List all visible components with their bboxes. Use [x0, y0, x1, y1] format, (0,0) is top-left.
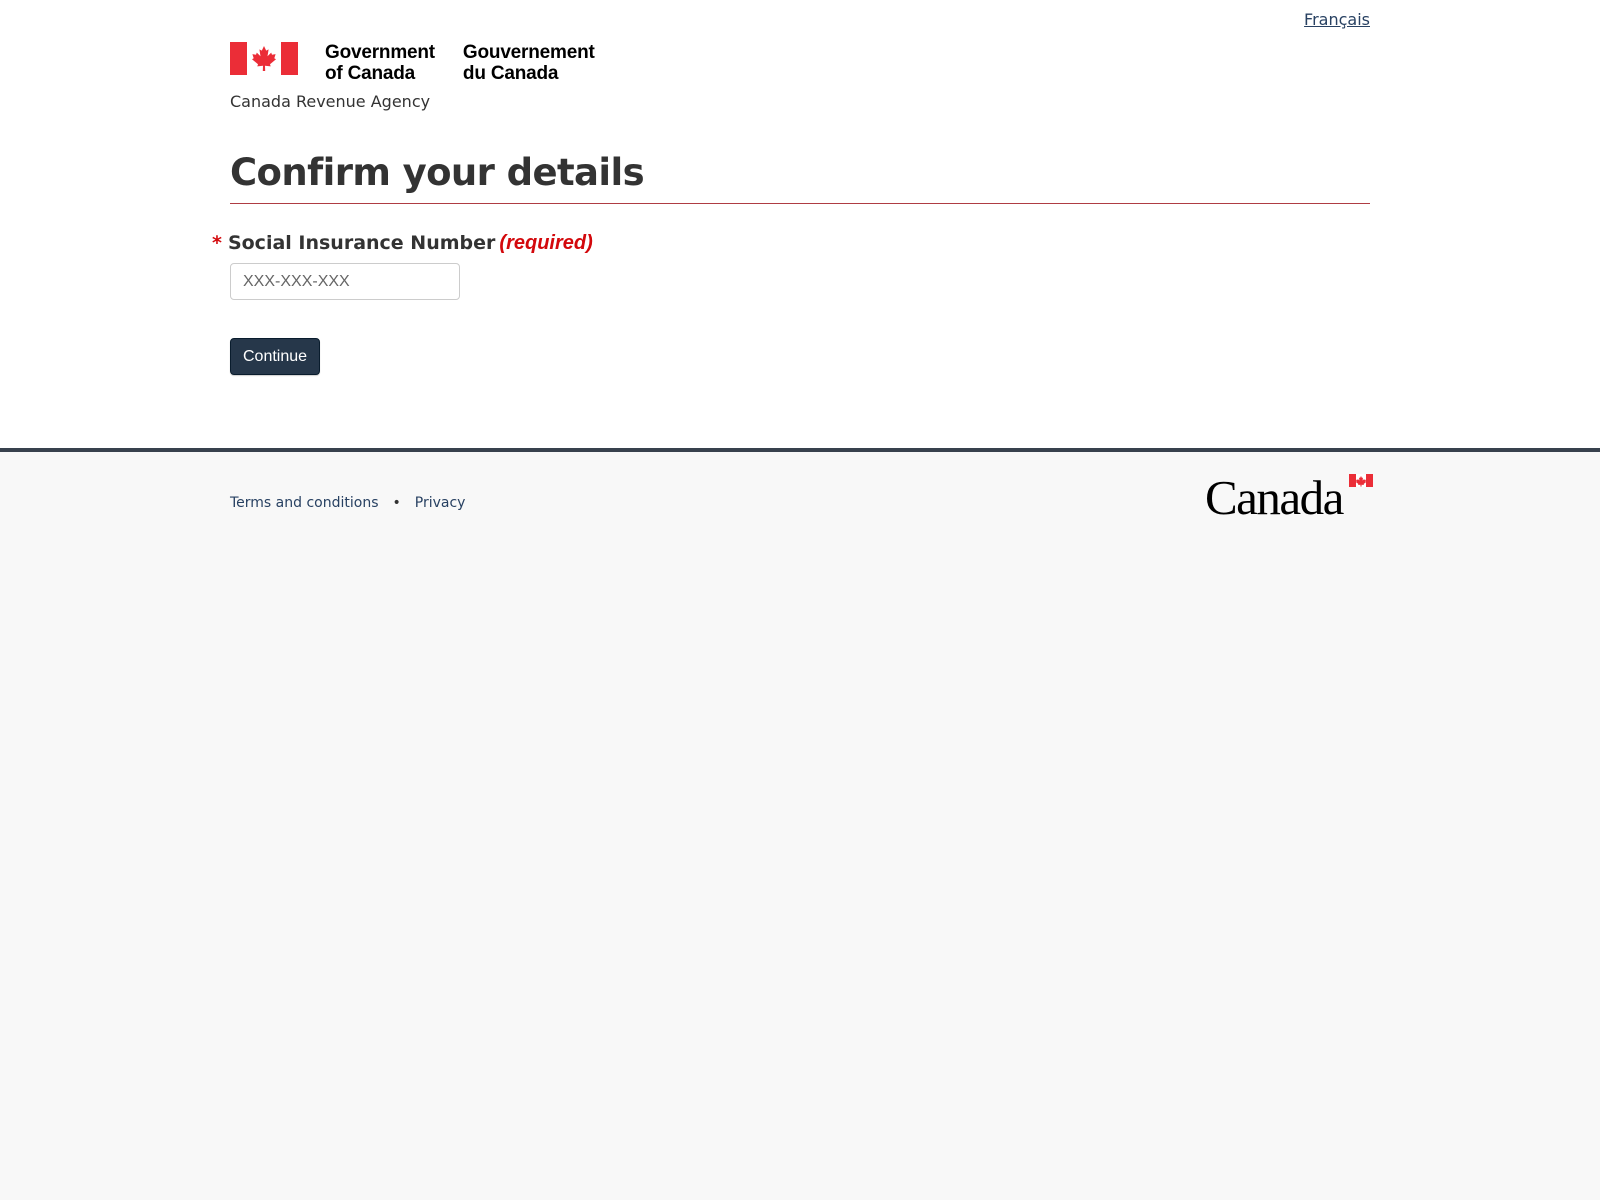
sin-field-label: * Social Insurance Number (required) [212, 232, 593, 255]
canada-wordmark: Canada [1205, 470, 1373, 525]
sin-input[interactable] [230, 263, 460, 300]
terms-link[interactable]: Terms and conditions [230, 495, 379, 511]
footer-separator: • [392, 495, 401, 511]
page-header-area: Français Government of Canada Gouverneme… [0, 0, 1600, 448]
signature-english-line1: Government [325, 42, 435, 63]
government-signature[interactable]: Government of Canada Gouvernement du Can… [230, 42, 595, 84]
page-footer: Terms and conditions • Privacy Canada [0, 448, 1600, 1200]
sin-label-text: Social Insurance Number [227, 232, 496, 254]
agency-name: Canada Revenue Agency [230, 92, 431, 111]
signature-french-line2: du Canada [462, 63, 559, 84]
page-title: Confirm your details [230, 150, 1370, 204]
footer-links: Terms and conditions • Privacy [230, 495, 465, 511]
canada-wordmark-flag-icon [1349, 474, 1373, 487]
required-indicator: (required) [499, 232, 593, 254]
signature-english-line2: of Canada [325, 63, 416, 84]
language-toggle-link[interactable]: Français [1304, 10, 1370, 29]
signature-english: Government of Canada [325, 42, 435, 84]
canada-wordmark-svg: Canada [1205, 470, 1373, 525]
privacy-link[interactable]: Privacy [415, 495, 466, 511]
required-asterisk: * [212, 232, 222, 254]
signature-french: Gouvernement du Canada [463, 42, 595, 84]
canada-flag-icon [230, 42, 298, 75]
canada-wordmark-text: Canada [1205, 474, 1345, 518]
continue-button[interactable]: Continue [230, 338, 321, 375]
signature-french-line1: Gouvernement [462, 42, 595, 63]
